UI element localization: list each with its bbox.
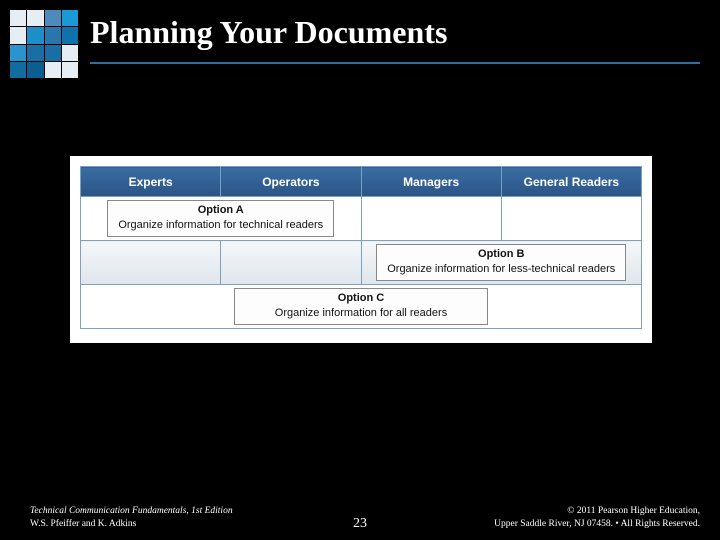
col-experts: Experts xyxy=(81,167,221,197)
decorative-squares xyxy=(0,0,88,88)
title-underline xyxy=(90,62,700,64)
empty-cell xyxy=(221,241,361,285)
slide: Planning Your Documents Experts Operator… xyxy=(0,0,720,540)
options-figure: Experts Operators Managers General Reade… xyxy=(70,156,652,343)
footer-rights: Upper Saddle River, NJ 07458. • All Righ… xyxy=(494,518,700,530)
row-option-c: Option C Organize information for all re… xyxy=(81,285,642,329)
option-a-desc: Organize information for technical reade… xyxy=(118,219,323,231)
cell-option-b: Option B Organize information for less-t… xyxy=(361,241,642,285)
row-option-b: Option B Organize information for less-t… xyxy=(81,241,642,285)
reader-options-table: Experts Operators Managers General Reade… xyxy=(80,166,642,329)
col-managers: Managers xyxy=(361,167,501,197)
cell-option-a: Option A Organize information for techni… xyxy=(81,197,362,241)
footer-left: Technical Communication Fundamentals, 1s… xyxy=(30,505,233,530)
option-b-box: Option B Organize information for less-t… xyxy=(376,244,626,280)
col-general-readers: General Readers xyxy=(501,167,641,197)
option-c-desc: Organize information for all readers xyxy=(275,307,447,319)
cell-option-c: Option C Organize information for all re… xyxy=(81,285,642,329)
option-c-box: Option C Organize information for all re… xyxy=(234,288,488,324)
footer-book-title: Technical Communication Fundamentals, 1s… xyxy=(30,505,233,517)
row-option-a: Option A Organize information for techni… xyxy=(81,197,642,241)
empty-cell xyxy=(361,197,501,241)
empty-cell xyxy=(501,197,641,241)
footer-authors: W.S. Pfeiffer and K. Adkins xyxy=(30,518,233,530)
footer-copyright: © 2011 Pearson Higher Education, xyxy=(494,505,700,517)
page-number: 23 xyxy=(353,516,367,532)
col-operators: Operators xyxy=(221,167,361,197)
option-b-desc: Organize information for less-technical … xyxy=(387,263,615,275)
option-a-label: Option A xyxy=(118,204,323,217)
page-title: Planning Your Documents xyxy=(90,14,447,51)
footer-right: © 2011 Pearson Higher Education, Upper S… xyxy=(494,505,700,530)
option-b-label: Option B xyxy=(387,248,615,261)
option-c-label: Option C xyxy=(275,292,447,305)
table-header-row: Experts Operators Managers General Reade… xyxy=(81,167,642,197)
option-a-box: Option A Organize information for techni… xyxy=(107,200,334,236)
empty-cell xyxy=(81,241,221,285)
